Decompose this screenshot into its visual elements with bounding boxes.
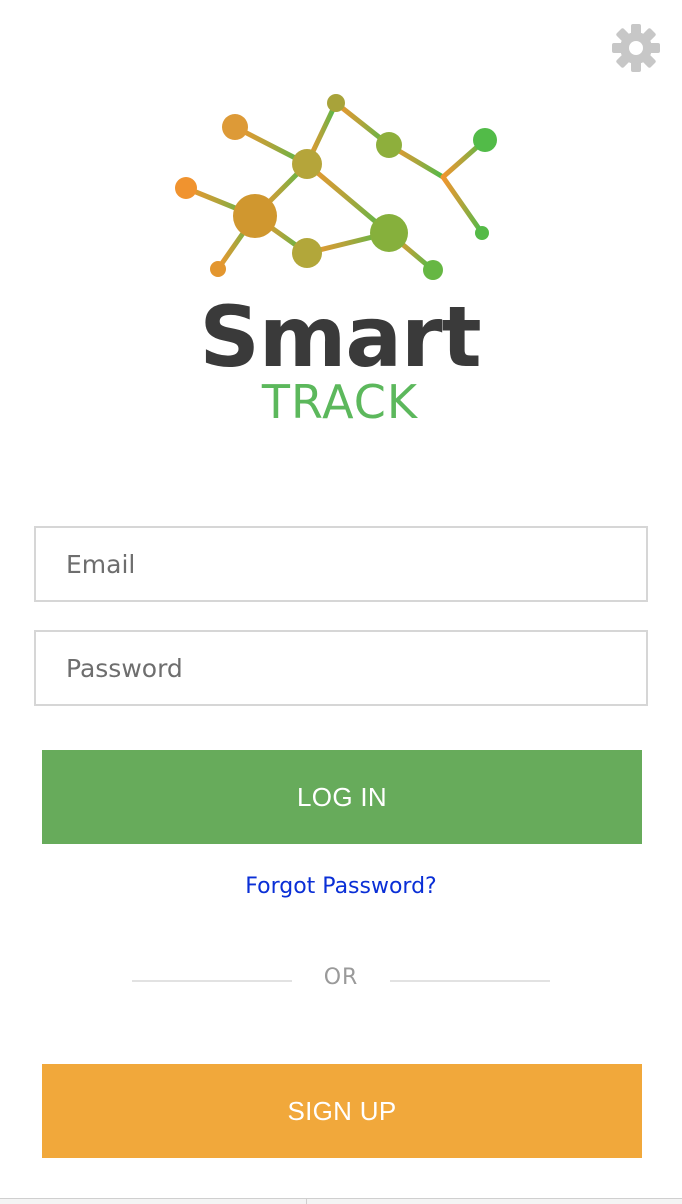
or-divider-label: OR [323, 965, 359, 990]
forgot-password-link[interactable]: Forgot Password? [0, 874, 682, 899]
password-field[interactable] [36, 632, 646, 704]
divider-line-right [390, 980, 550, 982]
email-field[interactable] [36, 528, 646, 600]
password-field-container [34, 630, 648, 706]
bottom-toolbar-edge [0, 1198, 682, 1204]
signup-button[interactable]: SIGN UP [42, 1064, 642, 1158]
logo-title: Smart [199, 288, 480, 386]
email-field-container [34, 526, 648, 602]
settings-button[interactable] [611, 23, 661, 73]
smarttrack-logo: Smart TRACK [160, 88, 520, 428]
login-screen: Smart TRACK LOG IN Forgot Password? OR S… [0, 0, 682, 1204]
bottom-toolbar-divider [306, 1198, 307, 1204]
login-button[interactable]: LOG IN [42, 750, 642, 844]
signup-button-label: SIGN UP [287, 1095, 397, 1126]
gear-icon [612, 24, 660, 72]
login-button-label: LOG IN [297, 781, 387, 812]
logo-subtitle: TRACK [261, 375, 419, 428]
